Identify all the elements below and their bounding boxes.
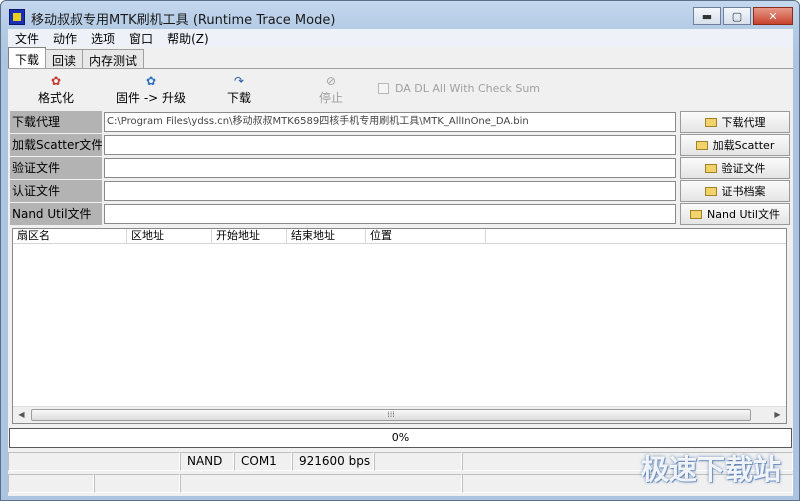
- firmware-upgrade-label: 固件 -> 升级: [116, 91, 187, 105]
- checksum-option[interactable]: DA DL All With Check Sum: [378, 82, 540, 95]
- row-download-agent: 下载代理 C:\Program Files\ydss.cn\移动叔叔MTK658…: [10, 111, 791, 133]
- scroll-left-icon[interactable]: ◀: [13, 407, 30, 423]
- column-sector-name[interactable]: 扇区名: [13, 229, 127, 244]
- column-region-address[interactable]: 区地址: [127, 229, 212, 244]
- status-port: COM1: [234, 452, 292, 471]
- auth-field[interactable]: [104, 181, 676, 201]
- scatter-label: 加载Scatter文件: [10, 134, 102, 156]
- auth-label: 认证文件: [10, 180, 102, 202]
- certificate-button-label: 证书档案: [721, 185, 766, 198]
- download-agent-button[interactable]: 下载代理: [680, 111, 790, 133]
- scatter-button-label: 加载Scatter: [712, 139, 775, 152]
- toolbar: ✿ 格式化 ✿ 固件 -> 升级 ↷ 下载 ⊘ 停止 DA DL All Wit…: [8, 71, 793, 111]
- download-label: 下载: [227, 91, 252, 105]
- verify-label: 验证文件: [10, 157, 102, 179]
- checksum-checkbox[interactable]: [378, 83, 389, 94]
- row-nand-util: Nand Util文件 Nand Util文件: [10, 203, 791, 225]
- window-controls: ▬ ▢ ✕: [693, 7, 793, 25]
- nand-util-button[interactable]: Nand Util文件: [680, 203, 790, 225]
- format-button[interactable]: ✿ 格式化: [38, 73, 74, 106]
- client-area: 下载 回读 内存测试 ✿ 格式化 ✿ 固件 -> 升级 ↷ 下载 ⊘ 停止 DA…: [8, 47, 793, 496]
- stop-icon: ⊘: [325, 74, 337, 88]
- folder-icon: [695, 140, 708, 150]
- list-header: 扇区名 区地址 开始地址 结束地址 位置: [13, 229, 786, 244]
- title-bar[interactable]: 移动叔叔专用MTK刷机工具 (Runtime Trace Mode) ▬ ▢ ✕: [1, 1, 799, 31]
- status-baud: 921600 bps: [292, 452, 374, 471]
- tab-download[interactable]: 下载: [8, 47, 47, 69]
- folder-icon: [704, 117, 717, 127]
- app-window: 移动叔叔专用MTK刷机工具 (Runtime Trace Mode) ▬ ▢ ✕…: [0, 0, 800, 501]
- download-agent-label: 下载代理: [10, 111, 102, 133]
- row-verify: 验证文件 验证文件: [10, 157, 791, 179]
- format-label: 格式化: [38, 91, 75, 105]
- download-agent-field[interactable]: C:\Program Files\ydss.cn\移动叔叔MTK6589四核手机…: [104, 112, 676, 132]
- tab-readback[interactable]: 回读: [45, 49, 84, 69]
- minimize-button[interactable]: ▬: [693, 7, 721, 25]
- nand-util-field[interactable]: [104, 204, 676, 224]
- stop-button[interactable]: ⊘ 停止: [319, 73, 343, 106]
- window-title: 移动叔叔专用MTK刷机工具 (Runtime Trace Mode): [31, 13, 336, 28]
- firmware-upgrade-button[interactable]: ✿ 固件 -> 升级: [116, 73, 186, 106]
- folder-icon: [704, 186, 717, 196]
- status-cell-empty-6: [180, 474, 462, 493]
- status-storage: NAND: [180, 452, 234, 471]
- column-location[interactable]: 位置: [366, 229, 486, 244]
- verify-button[interactable]: 验证文件: [680, 157, 790, 179]
- maximize-button[interactable]: ▢: [723, 7, 751, 25]
- menu-options[interactable]: 选项: [84, 30, 122, 47]
- folder-icon: [690, 209, 703, 219]
- scatter-field[interactable]: [104, 135, 676, 155]
- status-cell-empty-2: [374, 452, 462, 471]
- stop-label: 停止: [319, 91, 344, 105]
- row-scatter: 加载Scatter文件 加载Scatter: [10, 134, 791, 156]
- download-icon: ↷: [233, 74, 245, 88]
- scatter-button[interactable]: 加载Scatter: [680, 134, 790, 156]
- progress-text: 0%: [391, 431, 410, 444]
- download-agent-button-label: 下载代理: [721, 116, 766, 129]
- certificate-button[interactable]: 证书档案: [680, 180, 790, 202]
- nand-util-label: Nand Util文件: [10, 203, 102, 225]
- tab-memory-test[interactable]: 内存测试: [82, 49, 145, 69]
- tab-divider: [8, 68, 793, 69]
- status-cell-empty-5: [94, 474, 180, 493]
- download-button[interactable]: ↷ 下载: [227, 73, 251, 106]
- verify-field[interactable]: [104, 158, 676, 178]
- column-start-address[interactable]: 开始地址: [212, 229, 287, 244]
- scroll-right-icon[interactable]: ▶: [769, 407, 786, 423]
- app-icon: [9, 9, 25, 25]
- partition-list[interactable]: 扇区名 区地址 开始地址 结束地址 位置 ◀ ⁞⁞⁞ ▶: [12, 228, 787, 424]
- checksum-label: DA DL All With Check Sum: [395, 82, 541, 95]
- progress-bar: 0%: [9, 428, 792, 448]
- format-icon: ✿: [50, 74, 62, 88]
- menu-bar: 文件 动作 选项 窗口 帮助(Z): [8, 29, 793, 47]
- nand-util-button-label: Nand Util文件: [707, 208, 780, 221]
- status-cell-empty-4: [8, 474, 94, 493]
- scroll-thumb[interactable]: ⁞⁞⁞: [31, 409, 751, 421]
- column-end-address[interactable]: 结束地址: [287, 229, 366, 244]
- horizontal-scrollbar[interactable]: ◀ ⁞⁞⁞ ▶: [13, 406, 786, 423]
- row-auth: 认证文件 证书档案: [10, 180, 791, 202]
- status-cell-empty-1: [8, 452, 180, 471]
- folder-icon: [704, 163, 717, 173]
- menu-help[interactable]: 帮助(Z): [160, 30, 216, 47]
- menu-file[interactable]: 文件: [8, 30, 46, 47]
- firmware-icon: ✿: [145, 74, 157, 88]
- tab-strip: 下载 回读 内存测试: [8, 47, 145, 69]
- menu-window[interactable]: 窗口: [122, 30, 160, 47]
- watermark-logo: 极速下载站: [640, 453, 781, 486]
- close-button[interactable]: ✕: [753, 7, 793, 25]
- menu-action[interactable]: 动作: [46, 30, 84, 47]
- verify-button-label: 验证文件: [721, 162, 766, 175]
